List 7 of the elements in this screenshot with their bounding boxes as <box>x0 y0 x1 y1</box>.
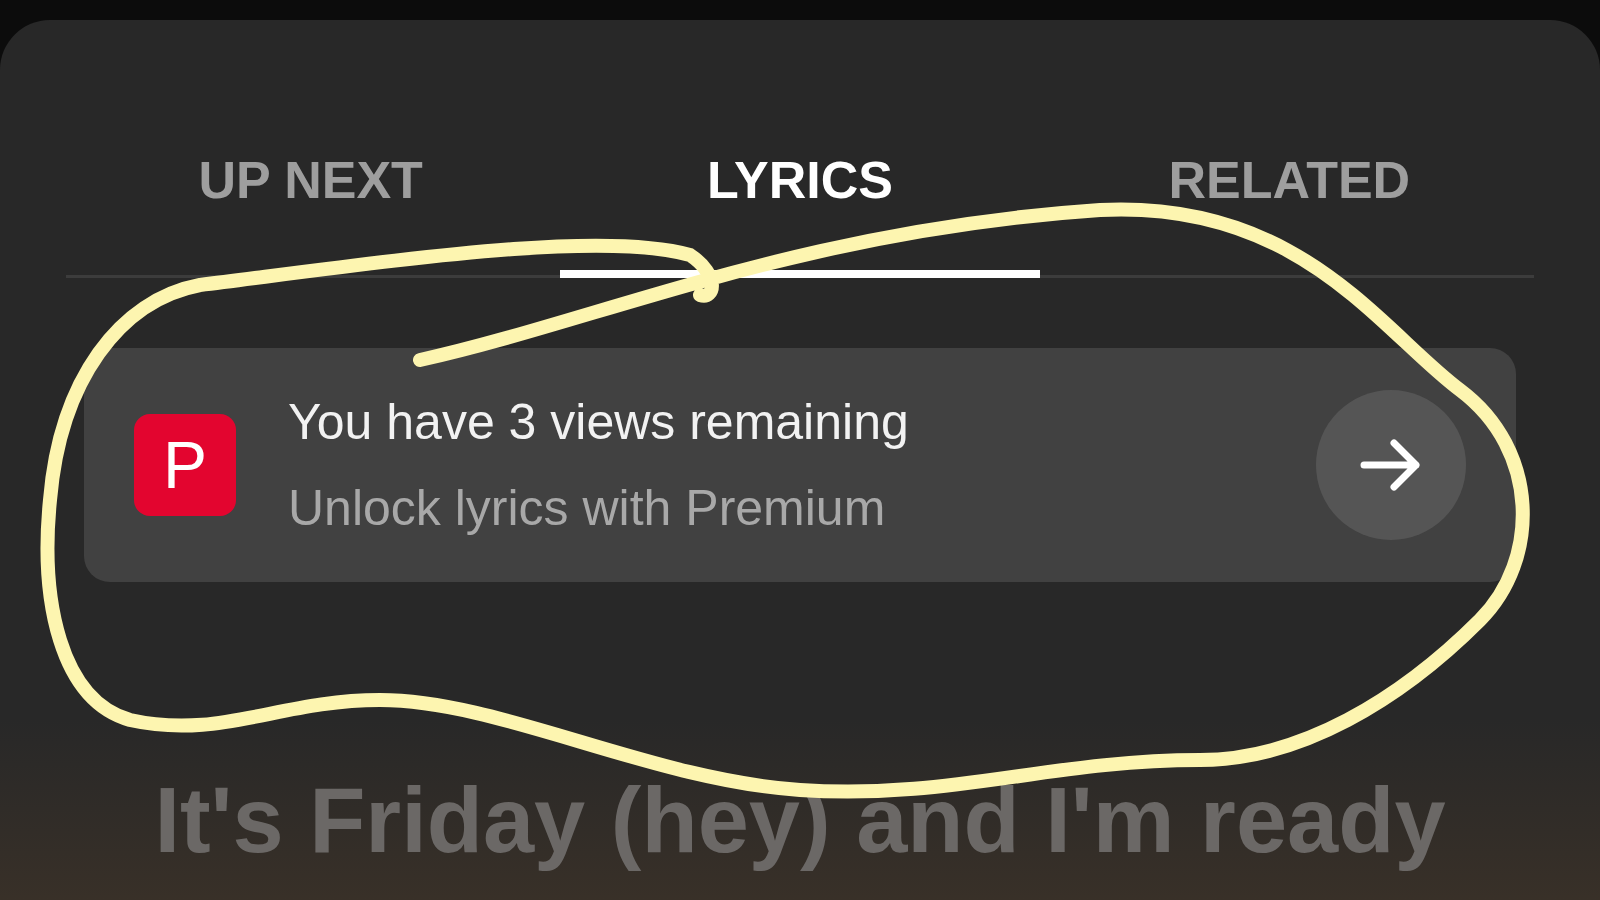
promo-title: You have 3 views remaining <box>288 393 910 451</box>
tab[interactable]: LYRICS <box>560 150 1040 278</box>
tab[interactable]: UP NEXT <box>71 150 551 278</box>
promo-subtitle: Unlock lyrics with Premium <box>288 479 887 537</box>
lyric-line: It's Friday (hey) and I'm ready <box>154 768 1446 873</box>
tab[interactable]: RELATED <box>1049 150 1529 278</box>
premium-badge-icon: P <box>134 414 236 516</box>
